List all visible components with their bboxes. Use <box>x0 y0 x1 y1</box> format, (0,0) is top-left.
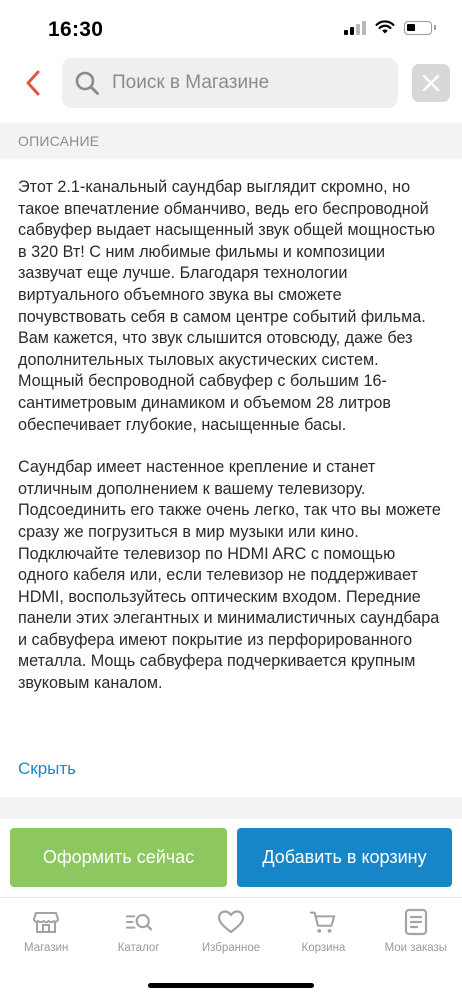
search-box[interactable] <box>62 58 398 108</box>
status-bar: 16:30 <box>0 0 462 52</box>
nav-item-catalog[interactable]: Каталог <box>92 898 184 963</box>
checkout-button[interactable]: Оформить сейчас <box>10 828 227 887</box>
hide-description-link[interactable]: Скрыть <box>18 759 76 779</box>
heart-icon <box>217 908 245 936</box>
nav-label: Каталог <box>117 942 160 954</box>
add-to-cart-button[interactable]: Добавить в корзину <box>237 828 452 887</box>
section-header: ОПИСАНИЕ <box>0 123 462 159</box>
cart-icon <box>309 908 337 936</box>
nav-item-store[interactable]: Магазин <box>0 898 92 963</box>
product-description: Этот 2.1-канальный саундбар выглядит скр… <box>18 177 448 716</box>
store-icon <box>32 908 60 936</box>
chevron-left-icon <box>26 70 40 96</box>
nav-item-favorites[interactable]: Избранное <box>185 898 277 963</box>
nav-label: Избранное <box>201 942 261 954</box>
cellular-signal-icon <box>344 20 366 35</box>
status-icons <box>344 20 436 35</box>
battery-icon <box>404 20 436 35</box>
nav-item-orders[interactable]: Мои заказы <box>370 898 462 963</box>
header <box>0 56 462 110</box>
search-icon <box>74 70 100 96</box>
home-indicator[interactable] <box>148 983 314 988</box>
nav-item-cart[interactable]: Корзина <box>277 898 369 963</box>
close-button[interactable] <box>412 64 450 102</box>
divider <box>0 797 462 819</box>
status-time: 16:30 <box>48 18 104 41</box>
orders-icon <box>402 908 430 936</box>
catalog-search-icon <box>125 908 153 936</box>
description-paragraph: Саундбар имеет настенное крепление и ста… <box>18 458 441 693</box>
back-button[interactable] <box>14 64 52 102</box>
close-icon <box>422 74 440 92</box>
bottom-nav: Магазин Каталог Избранное Корзина Мои за… <box>0 897 462 963</box>
search-input[interactable] <box>112 72 372 94</box>
nav-label: Магазин <box>24 942 69 954</box>
wifi-icon <box>375 20 395 34</box>
nav-label: Мои заказы <box>384 942 448 954</box>
nav-label: Корзина <box>301 942 346 954</box>
section-title: ОПИСАНИЕ <box>18 133 100 149</box>
action-bar: Оформить сейчас Добавить в корзину <box>0 819 462 899</box>
description-paragraph: Этот 2.1-канальный саундбар выглядит скр… <box>18 178 436 434</box>
